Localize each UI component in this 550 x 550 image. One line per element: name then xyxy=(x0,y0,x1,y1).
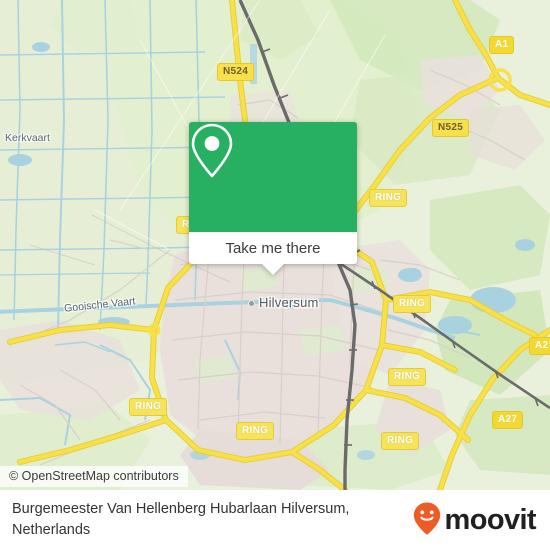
moovit-logo[interactable]: moovit xyxy=(412,501,537,540)
road-shield-n524[interactable]: N524 xyxy=(217,63,255,81)
road-shield-ring-6[interactable]: RING xyxy=(236,422,275,440)
road-shield-ring-1[interactable]: RING xyxy=(369,189,408,207)
moovit-smiley-pin-icon xyxy=(412,501,442,540)
address-title: Burgemeester Van Hellenberg Hubarlaan Hi… xyxy=(12,500,350,538)
popup-tail xyxy=(262,264,284,275)
road-shield-a1[interactable]: A1 xyxy=(489,36,515,54)
osm-attribution[interactable]: © OpenStreetMap contributors xyxy=(0,466,188,487)
place-marker-dot xyxy=(248,300,255,307)
waterway-label-kerkvaart: Kerkvaart xyxy=(5,132,50,144)
moovit-wordmark: moovit xyxy=(444,503,537,536)
road-shield-ring-4[interactable]: RING xyxy=(388,368,427,386)
place-label-hilversum: Hilversum xyxy=(259,295,319,310)
destination-popup[interactable]: Take me there xyxy=(189,122,357,275)
road-shield-a27[interactable]: A27 xyxy=(492,411,524,429)
road-shield-ring-3[interactable]: RING xyxy=(393,295,432,313)
map-canvas[interactable]: Hilversum Kerkvaart Gooische Vaart N524 … xyxy=(0,0,550,490)
popup-header xyxy=(189,122,357,232)
take-me-there-button[interactable]: Take me there xyxy=(189,232,357,264)
footer-bar: Burgemeester Van Hellenberg Hubarlaan Hi… xyxy=(0,490,550,550)
road-shield-a2[interactable]: A2 xyxy=(529,337,550,355)
road-shield-ring-5[interactable]: RING xyxy=(129,398,168,416)
road-shield-ring-7[interactable]: RING xyxy=(381,432,420,450)
map-screenshot: Hilversum Kerkvaart Gooische Vaart N524 … xyxy=(0,0,550,550)
road-shield-n525[interactable]: N525 xyxy=(432,119,470,137)
